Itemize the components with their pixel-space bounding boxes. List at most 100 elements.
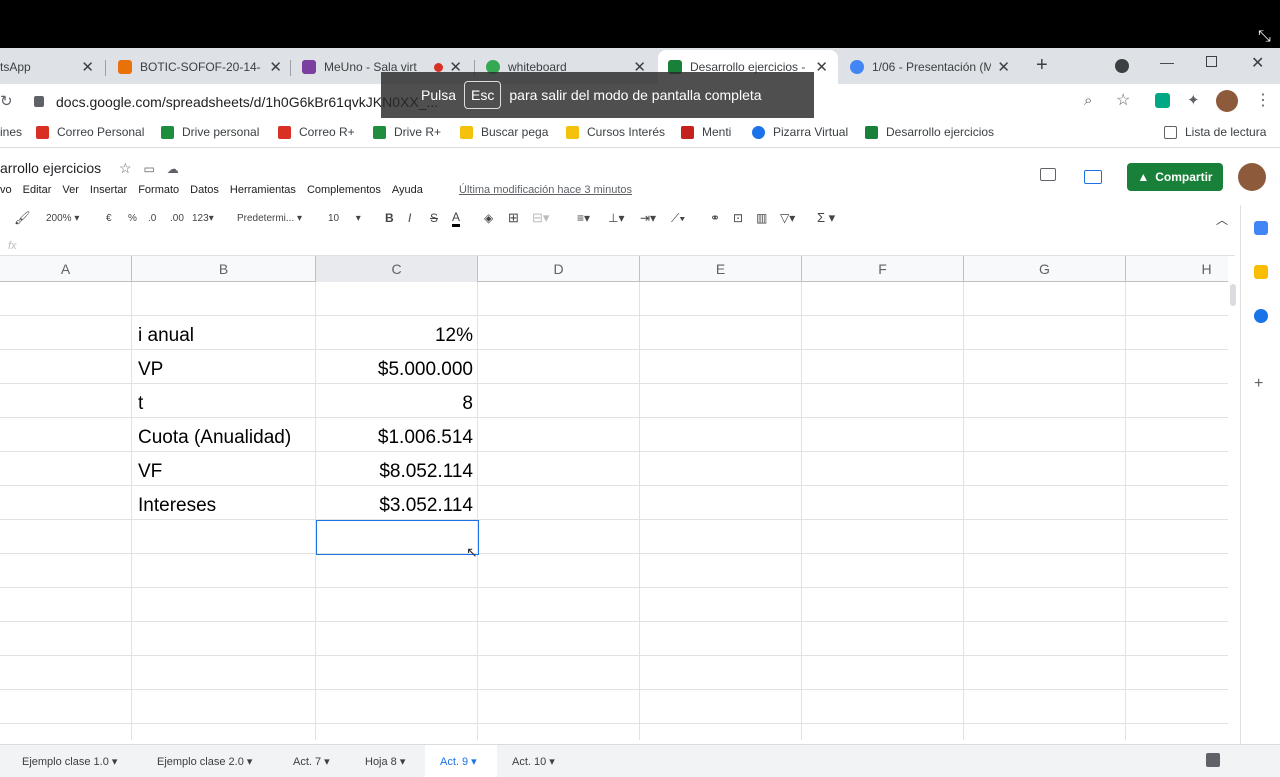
borders-icon[interactable]: ⊞	[508, 210, 519, 226]
cell-c8[interactable]: $3.052.114	[379, 495, 473, 517]
bold-button[interactable]: B	[385, 211, 394, 225]
sheet-tab-hoja-8[interactable]: Hoja 8 ▾	[365, 755, 405, 768]
cell-c3[interactable]: 12%	[435, 325, 473, 347]
sheet-tab-ejemplo-1[interactable]: Ejemplo clase 1.0 ▾	[22, 755, 117, 768]
document-title[interactable]: arrollo ejercicios ☆ ▭ ☁	[0, 160, 179, 177]
explore-icon[interactable]	[1206, 753, 1220, 767]
bookmark-apps[interactable]: ines	[0, 125, 22, 139]
filter-icon[interactable]: ▽▾	[780, 211, 795, 225]
tab-search-icon[interactable]	[1115, 59, 1129, 73]
insert-link-icon[interactable]: ⚭	[710, 211, 720, 225]
selected-cell-c9[interactable]	[316, 520, 479, 555]
browser-tab-presentacion[interactable]: 1/06 - Presentación (M ✕	[840, 50, 1020, 84]
sheet-tab-ejemplo-2[interactable]: Ejemplo clase 2.0 ▾	[157, 755, 252, 768]
column-header-d[interactable]: D	[478, 256, 640, 282]
bookmark-pizarra[interactable]: Pizarra Virtual	[752, 125, 848, 139]
menu-formato[interactable]: Formato	[138, 184, 179, 198]
currency-button[interactable]: €	[106, 213, 112, 224]
percent-button[interactable]: %	[128, 213, 137, 224]
more-formats-button[interactable]: 123▾	[192, 213, 214, 224]
decrease-decimals-button[interactable]: .0	[148, 213, 156, 224]
column-header-c[interactable]: C	[316, 256, 478, 282]
bookmark-correo-r[interactable]: Correo R+	[278, 125, 355, 139]
keep-icon[interactable]	[1254, 265, 1268, 279]
vertical-scrollbar[interactable]	[1230, 284, 1236, 306]
bookmark-drive-r[interactable]: Drive R+	[373, 125, 441, 139]
text-rotate-icon[interactable]: ⟋▾	[671, 211, 685, 226]
paint-format-icon[interactable]: 🖌	[14, 210, 31, 226]
insert-comment-icon[interactable]: ⊡	[733, 211, 743, 225]
reload-icon[interactable]: ↻	[0, 92, 13, 110]
tasks-icon[interactable]	[1254, 309, 1268, 323]
bookmark-buscar-pega[interactable]: Buscar pega	[460, 125, 548, 139]
column-header-e[interactable]: E	[640, 256, 802, 282]
cell-b7[interactable]: VF	[138, 461, 162, 483]
menu-archivo[interactable]: vo	[0, 184, 12, 198]
menu-ver[interactable]: Ver	[62, 184, 79, 198]
functions-button[interactable]: Σ ▾	[817, 210, 835, 226]
share-button[interactable]: ▲ Compartir	[1127, 163, 1223, 191]
calendar-icon[interactable]	[1254, 221, 1268, 235]
profile-avatar[interactable]	[1216, 90, 1238, 112]
new-tab-button[interactable]: +	[1036, 54, 1048, 77]
last-modified-link[interactable]: Última modificación hace 3 minutos	[459, 184, 632, 196]
star-icon[interactable]: ☆	[1116, 90, 1130, 110]
extension-icon[interactable]	[1155, 93, 1170, 108]
sheet-tab-act-9[interactable]: Act. 9 ▾	[440, 755, 477, 768]
cell-b8[interactable]: Intereses	[138, 495, 216, 517]
sheet-tab-act-10[interactable]: Act. 10 ▾	[512, 755, 555, 768]
zoom-select[interactable]: 200% ▾	[46, 213, 79, 224]
star-icon[interactable]: ☆	[119, 160, 132, 176]
menu-herramientas[interactable]: Herramientas	[230, 184, 296, 198]
cell-c5[interactable]: 8	[462, 393, 473, 415]
comments-icon[interactable]	[1040, 168, 1056, 181]
cell-c6[interactable]: $1.006.514	[378, 427, 473, 449]
italic-button[interactable]: I	[408, 211, 411, 225]
reading-list[interactable]: Lista de lectura	[1164, 125, 1266, 139]
bookmark-menti[interactable]: Menti	[681, 125, 731, 139]
font-size-select[interactable]: 10 ▾	[328, 213, 361, 224]
close-icon[interactable]: ✕	[815, 58, 828, 76]
fill-color-icon[interactable]: ◈	[484, 211, 493, 225]
cell-grid[interactable]: i anual 12% VP $5.000.000 t 8 Cuota (Anu…	[0, 282, 1228, 740]
cell-b6[interactable]: Cuota (Anualidad)	[138, 427, 291, 449]
font-select[interactable]: Predetermi... ▾	[237, 213, 302, 224]
menu-ayuda[interactable]: Ayuda	[392, 184, 423, 198]
browser-tab-botic[interactable]: BOTIC-SOFOF-20-14- ✕	[108, 50, 292, 84]
collapse-icon[interactable]: ⤡	[1258, 28, 1271, 46]
sheet-tab-act-7[interactable]: Act. 7 ▾	[293, 755, 330, 768]
bookmark-drive-personal[interactable]: Drive personal	[161, 125, 259, 139]
align-vertical-icon[interactable]: ⊥▾	[608, 211, 624, 225]
bookmark-correo-personal[interactable]: Correo Personal	[36, 125, 144, 139]
cell-c4[interactable]: $5.000.000	[378, 359, 473, 381]
bookmark-desarrollo[interactable]: Desarrollo ejercicios	[865, 125, 994, 139]
column-header-b[interactable]: B	[132, 256, 316, 282]
minimize-icon[interactable]: —	[1160, 54, 1174, 70]
browser-tab-whatsapp[interactable]: tsApp ✕	[0, 50, 104, 84]
cell-b3[interactable]: i anual	[138, 325, 194, 347]
puzzle-icon[interactable]: ✦	[1187, 91, 1200, 109]
add-addon-icon[interactable]: +	[1254, 375, 1263, 393]
bookmark-cursos[interactable]: Cursos Interés	[566, 125, 665, 139]
align-horizontal-icon[interactable]: ≡▾	[577, 211, 590, 225]
merge-cells-icon[interactable]: ⊟▾	[532, 210, 549, 226]
formula-bar[interactable]: fx	[0, 238, 1235, 256]
increase-decimals-button[interactable]: .00	[170, 213, 184, 224]
close-window-icon[interactable]: ✕	[1251, 53, 1264, 73]
column-header-a[interactable]: A	[0, 256, 132, 282]
text-wrap-icon[interactable]: ⇥▾	[640, 211, 656, 225]
collapse-menus-icon[interactable]: ︿	[1216, 211, 1228, 228]
column-header-f[interactable]: F	[802, 256, 964, 282]
insert-chart-icon[interactable]: ▥	[756, 211, 767, 225]
strikethrough-button[interactable]: S	[430, 211, 438, 225]
menu-datos[interactable]: Datos	[190, 184, 219, 198]
close-icon[interactable]: ✕	[997, 58, 1010, 76]
account-avatar[interactable]	[1238, 163, 1266, 191]
cell-c7[interactable]: $8.052.114	[379, 461, 473, 483]
text-color-button[interactable]: A	[452, 210, 461, 227]
cell-b4[interactable]: VP	[138, 359, 163, 381]
close-icon[interactable]: ✕	[269, 58, 282, 76]
menu-editar[interactable]: Editar	[23, 184, 52, 198]
cell-b5[interactable]: t	[138, 393, 143, 415]
column-header-g[interactable]: G	[964, 256, 1126, 282]
